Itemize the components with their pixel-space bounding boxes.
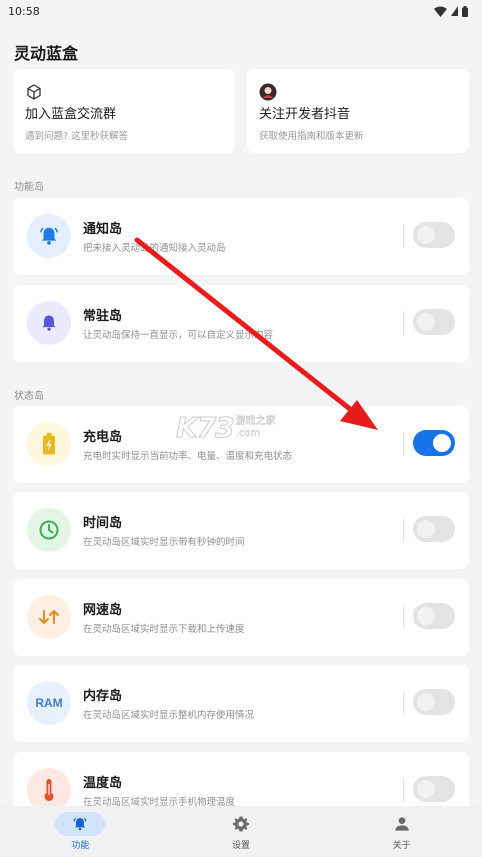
memory-toggle[interactable] (413, 689, 455, 715)
item-title: 充电岛 (83, 430, 123, 445)
item-card-notification[interactable]: 通知岛 把未接入灵动岛的通知接入灵动岛 (13, 198, 469, 275)
notification-toggle[interactable] (413, 222, 455, 248)
item-card-netspeed[interactable]: 网速岛 在灵动岛区域实时显示下载和上传速度 (13, 579, 469, 656)
battery-status-icon (462, 5, 468, 17)
resident-toggle[interactable] (413, 309, 455, 335)
follow-douyin-card[interactable]: 关注开发者抖音 获取使用指南和版本更新 (247, 69, 469, 153)
join-group-subtitle: 遇到问题? 这里秒获解答 (25, 131, 129, 142)
item-desc: 把未接入灵动岛的通知接入灵动岛 (83, 243, 226, 254)
item-desc: 充电时实时显示当前功率、电量、温度和充电状态 (83, 451, 293, 462)
updown-arrows-icon (27, 595, 71, 639)
item-title: 时间岛 (83, 516, 123, 531)
item-title: 网速岛 (83, 603, 123, 618)
avatar-icon (259, 83, 277, 101)
temperature-toggle[interactable] (413, 776, 455, 802)
cube-icon (25, 83, 43, 101)
bell-icon (27, 301, 71, 345)
nav-item-settings[interactable]: 设置 (161, 806, 322, 857)
battery-icon (27, 422, 71, 466)
item-title: 常驻岛 (83, 309, 123, 324)
status-time: 10:58 (8, 4, 40, 18)
bell-icon (55, 812, 106, 836)
section-label-status: 状态岛 (14, 391, 44, 402)
nav-item-function[interactable]: 功能 (0, 806, 161, 857)
nav-label: 设置 (232, 841, 251, 851)
section-label-function: 功能岛 (14, 182, 44, 193)
bottom-nav: 功能 设置 关于 (0, 806, 482, 857)
nav-item-about[interactable]: 关于 (321, 806, 482, 857)
netspeed-toggle[interactable] (413, 603, 455, 629)
item-title: 通知岛 (83, 222, 123, 237)
item-card-time[interactable]: 时间岛 在灵动岛区域实时显示带有秒钟的时间 (13, 492, 469, 569)
item-desc: 让灵动岛保持一直显示，可以自定义显示内容 (83, 330, 274, 341)
item-card-charging[interactable]: 充电岛 充电时实时显示当前功率、电量、温度和充电状态 (13, 406, 469, 483)
item-desc: 在灵动岛区域实时显示下载和上传速度 (83, 624, 245, 635)
gear-icon (216, 812, 266, 836)
item-card-resident[interactable]: 常驻岛 让灵动岛保持一直显示，可以自定义显示内容 (13, 285, 469, 362)
charging-toggle[interactable] (413, 430, 455, 456)
item-title: 温度岛 (83, 776, 123, 791)
follow-douyin-title: 关注开发者抖音 (259, 107, 351, 122)
clock-icon (27, 508, 71, 552)
ram-icon: RAM (27, 681, 71, 725)
nav-label: 关于 (392, 841, 411, 851)
wifi-icon (434, 6, 447, 17)
signal-icon (451, 6, 458, 16)
nav-label: 功能 (71, 841, 90, 851)
bell-icon (27, 214, 71, 258)
join-group-card[interactable]: 加入蓝盒交流群 遇到问题? 这里秒获解答 (13, 69, 235, 153)
join-group-title: 加入蓝盒交流群 (25, 107, 117, 122)
time-toggle[interactable] (413, 516, 455, 542)
item-card-memory[interactable]: RAM 内存岛 在灵动岛区域实时显示整机内存使用情况 (13, 665, 469, 742)
item-desc: 在灵动岛区域实时显示整机内存使用情况 (83, 710, 255, 721)
person-icon (377, 812, 427, 836)
app-title: 灵动蓝盒 (14, 44, 79, 63)
item-title: 内存岛 (83, 689, 123, 704)
item-desc: 在灵动岛区域实时显示带有秒钟的时间 (83, 537, 245, 548)
follow-douyin-subtitle: 获取使用指南和版本更新 (259, 131, 364, 142)
status-bar: 10:58 (0, 0, 482, 22)
